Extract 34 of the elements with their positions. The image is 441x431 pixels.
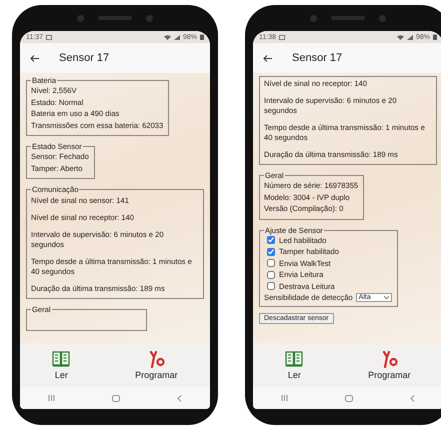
image-icon — [46, 34, 52, 40]
checkbox[interactable] — [267, 248, 275, 256]
nav-tab[interactable]: Programar — [135, 350, 178, 380]
battery-icon — [200, 34, 204, 40]
wifi-icon — [396, 34, 404, 40]
checkbox[interactable] — [267, 282, 275, 290]
checkbox[interactable] — [267, 236, 275, 244]
back-icon[interactable] — [176, 394, 182, 402]
camera-lens — [146, 14, 153, 22]
home-icon[interactable] — [344, 394, 353, 402]
battery-icon — [433, 34, 437, 40]
checkbox[interactable] — [267, 259, 275, 268]
nav-tab[interactable]: Ler — [52, 350, 70, 380]
back-arrow-icon[interactable] — [263, 54, 272, 62]
caret-icon — [384, 296, 389, 299]
camera-lens — [310, 14, 317, 22]
camera-lens — [77, 14, 84, 22]
screen-title: Sensor 17 — [59, 52, 110, 64]
home-icon[interactable] — [112, 394, 120, 402]
book-icon — [285, 350, 304, 368]
nav-tab[interactable]: Ler — [285, 350, 304, 380]
recent-apps-icon[interactable] — [281, 395, 288, 401]
wifi-icon — [164, 34, 171, 40]
book-icon — [52, 350, 70, 368]
checkbox[interactable] — [267, 270, 275, 279]
nav-tab[interactable]: Programar — [368, 350, 411, 380]
back-arrow-icon[interactable] — [30, 54, 39, 62]
signal-icon — [406, 34, 413, 40]
recent-apps-icon[interactable] — [48, 395, 56, 401]
screen-title: Sensor 17 — [292, 52, 342, 64]
camera-lens — [379, 14, 386, 22]
back-icon[interactable] — [410, 394, 415, 402]
signal-icon — [174, 34, 180, 40]
image-icon — [279, 34, 285, 40]
